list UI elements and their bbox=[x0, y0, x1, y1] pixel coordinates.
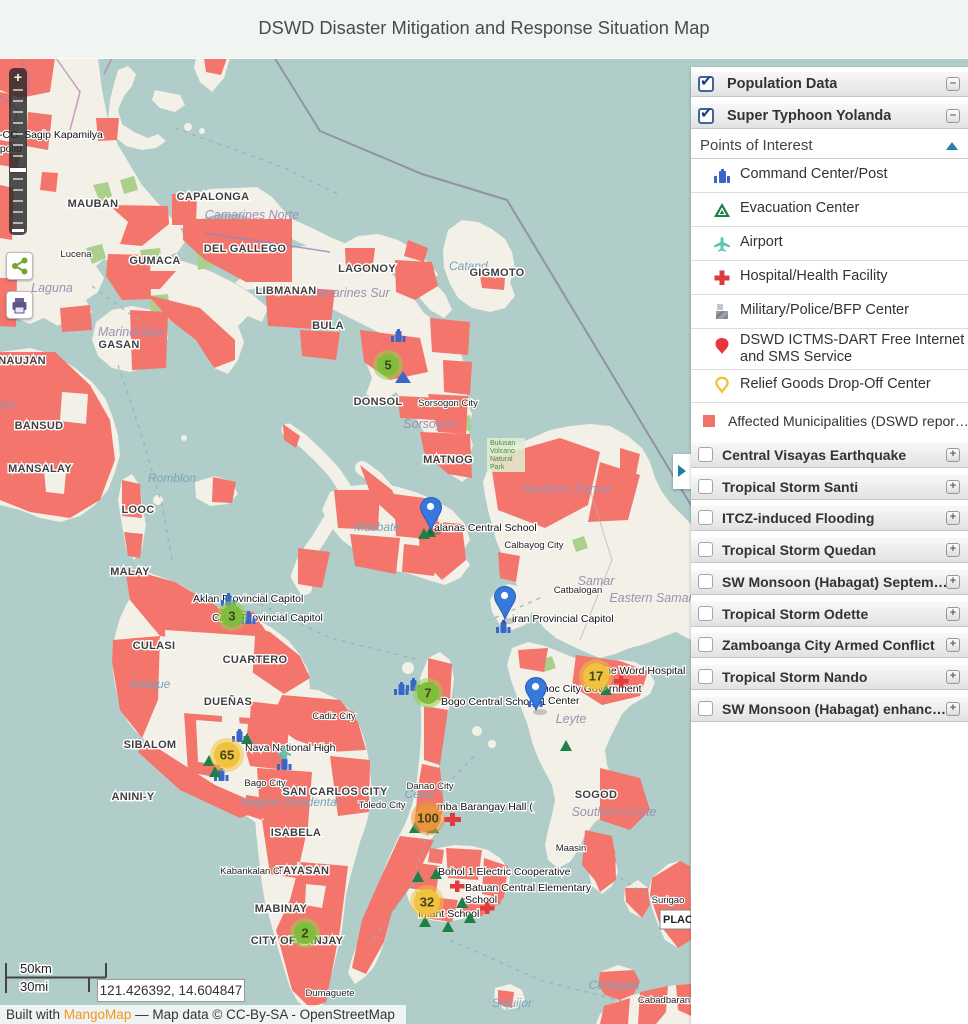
svg-text:CAPALONGA: CAPALONGA bbox=[177, 191, 250, 203]
svg-text:CUARTERO: CUARTERO bbox=[223, 654, 288, 666]
svg-text:100: 100 bbox=[417, 811, 439, 826]
svg-text:alanas Central School: alanas Central School bbox=[434, 522, 537, 534]
svg-text:ISABELA: ISABELA bbox=[271, 827, 321, 839]
svg-text:Sorsogon: Sorsogon bbox=[403, 417, 457, 431]
svg-text:MANSALAY: MANSALAY bbox=[8, 463, 72, 475]
svg-text:mba Barangay Hall (: mba Barangay Hall ( bbox=[437, 801, 533, 813]
svg-text:Cadiz City: Cadiz City bbox=[312, 711, 356, 722]
svg-text:30mi: 30mi bbox=[20, 979, 48, 994]
svg-text:2: 2 bbox=[301, 926, 308, 941]
svg-text:Dumaguete: Dumaguete bbox=[305, 988, 354, 999]
svg-text:Lucena: Lucena bbox=[60, 249, 92, 260]
svg-text:65: 65 bbox=[220, 748, 234, 763]
svg-text:MATNOG: MATNOG bbox=[423, 454, 473, 466]
svg-text:3: 3 bbox=[228, 609, 235, 624]
svg-text:Camiguin: Camiguin bbox=[589, 978, 640, 992]
svg-text:Maasin: Maasin bbox=[556, 843, 587, 854]
svg-text:BULA: BULA bbox=[312, 320, 344, 332]
svg-text:iran Provincial Capitol: iran Provincial Capitol bbox=[512, 613, 614, 625]
svg-text:Natural: Natural bbox=[490, 456, 513, 463]
svg-text:DONSOL: DONSOL bbox=[354, 396, 403, 408]
svg-text:50km: 50km bbox=[20, 961, 52, 976]
svg-text:CULASI: CULASI bbox=[133, 640, 176, 652]
svg-text:Aklan Provincial Capitol: Aklan Provincial Capitol bbox=[193, 593, 303, 605]
svg-text:BANSUD: BANSUD bbox=[15, 420, 64, 432]
svg-text:Eastern Samar: Eastern Samar bbox=[609, 591, 693, 605]
svg-text:Romblon: Romblon bbox=[148, 471, 196, 485]
svg-text:SOGOD: SOGOD bbox=[575, 789, 617, 801]
svg-text:Leyte: Leyte bbox=[556, 712, 587, 726]
svg-text:Antique: Antique bbox=[129, 677, 171, 691]
svg-text:Masbate: Masbate bbox=[354, 520, 400, 534]
svg-text:Volcano: Volcano bbox=[490, 448, 515, 455]
svg-text:Camarines Sur: Camarines Sur bbox=[306, 286, 390, 300]
svg-text:Center: Center bbox=[548, 695, 580, 707]
svg-text:DUEÑAS: DUEÑAS bbox=[204, 695, 252, 708]
svg-text:ne Word Hospital: ne Word Hospital bbox=[605, 665, 685, 677]
svg-text:Batuan Central Elementary: Batuan Central Elementary bbox=[465, 882, 592, 894]
svg-text:LAGONOY: LAGONOY bbox=[338, 263, 396, 275]
svg-text:Bohol 1 Electric Cooperative: Bohol 1 Electric Cooperative bbox=[438, 866, 571, 878]
svg-text:Bago City: Bago City bbox=[244, 778, 285, 789]
svg-text:School: School bbox=[465, 894, 497, 906]
svg-text:SAN CARLOS CITY: SAN CARLOS CITY bbox=[282, 786, 388, 798]
svg-text:Surigao: Surigao bbox=[652, 895, 685, 906]
svg-text:LIBMANAN: LIBMANAN bbox=[255, 285, 316, 297]
svg-text:Siquijor: Siquijor bbox=[492, 996, 533, 1010]
svg-text:GUMACA: GUMACA bbox=[129, 255, 180, 267]
svg-text:Bulusan: Bulusan bbox=[490, 440, 515, 447]
svg-text:17: 17 bbox=[589, 669, 603, 684]
svg-text:GIGMOTO: GIGMOTO bbox=[469, 267, 524, 279]
svg-text:Northern Samar: Northern Samar bbox=[523, 482, 613, 496]
svg-text:Camarines Norte: Camarines Norte bbox=[205, 208, 300, 222]
svg-text:Nava National High: Nava National High bbox=[245, 742, 336, 754]
svg-text:GASAN: GASAN bbox=[98, 339, 139, 351]
svg-text:MAUBAN: MAUBAN bbox=[68, 198, 119, 210]
svg-text:NAUJAN: NAUJAN bbox=[0, 355, 46, 367]
svg-text:dro: dro bbox=[0, 398, 17, 412]
svg-text:7: 7 bbox=[424, 686, 431, 701]
svg-text:Southern Leyte: Southern Leyte bbox=[572, 805, 657, 819]
svg-text:SIBALOM: SIBALOM bbox=[124, 739, 177, 751]
svg-text:Catbalogan: Catbalogan bbox=[554, 585, 603, 596]
svg-text:Laguna: Laguna bbox=[31, 281, 73, 295]
svg-text:DEL GALLEGO: DEL GALLEGO bbox=[204, 243, 287, 255]
svg-text:Calbayog City: Calbayog City bbox=[504, 540, 563, 551]
svg-text:LOOC: LOOC bbox=[122, 504, 155, 516]
svg-text:MALAY: MALAY bbox=[110, 566, 150, 578]
svg-text:MABINAY: MABINAY bbox=[255, 903, 308, 915]
svg-text:32: 32 bbox=[420, 895, 434, 910]
svg-text:Kabankalan C: Kabankalan C bbox=[220, 866, 280, 877]
svg-text:TAYASAN: TAYASAN bbox=[277, 865, 329, 877]
svg-text:Toledo City: Toledo City bbox=[359, 800, 406, 811]
svg-text:Danao City: Danao City bbox=[407, 781, 454, 792]
svg-text:Marinduque: Marinduque bbox=[98, 325, 164, 339]
svg-text:Park: Park bbox=[490, 464, 505, 471]
svg-text:Sorsogon City: Sorsogon City bbox=[418, 398, 478, 409]
svg-text:ANINI-Y: ANINI-Y bbox=[111, 791, 154, 803]
svg-text:5: 5 bbox=[384, 358, 391, 373]
svg-text:Cabadbaran: Cabadbaran bbox=[638, 995, 690, 1006]
